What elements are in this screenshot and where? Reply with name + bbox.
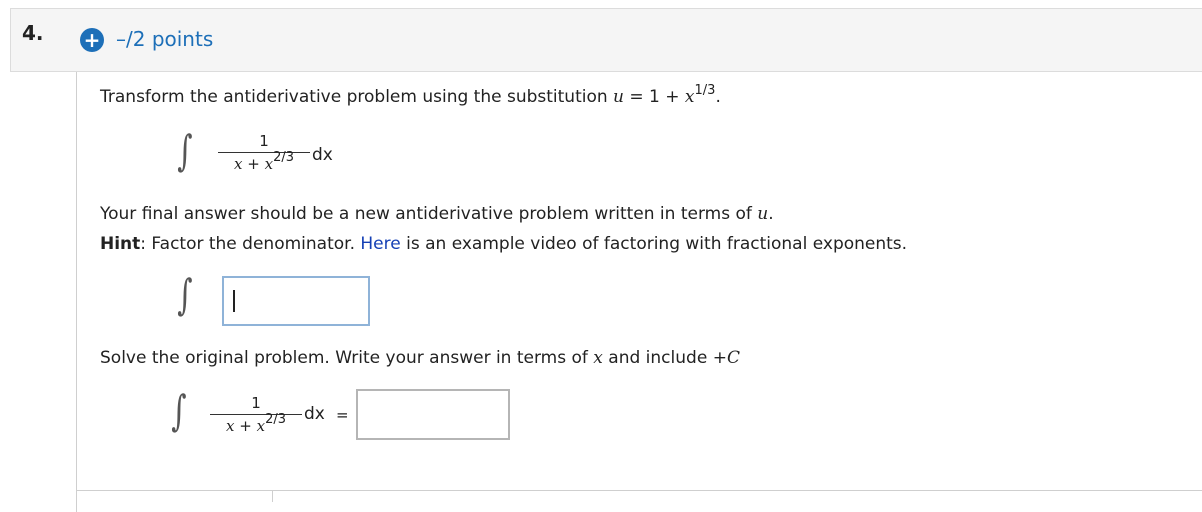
text-caret xyxy=(233,290,235,312)
divider-tick xyxy=(272,490,273,502)
fraction-bar xyxy=(218,152,310,153)
integrand-fraction: 1 x + x2/3 xyxy=(218,132,310,173)
differential: dx xyxy=(312,145,333,165)
instruction-text: Transform the antiderivative problem usi… xyxy=(100,84,721,107)
final-answer-input[interactable] xyxy=(356,389,510,440)
instruction-main: Transform the antiderivative problem usi… xyxy=(100,87,614,107)
fraction-denominator: x + x2/3 xyxy=(234,150,294,173)
integral-sign-2: ∫ xyxy=(171,386,187,435)
divider xyxy=(76,490,1202,491)
fraction-numerator: 1 xyxy=(259,132,269,150)
hint-link[interactable]: Here xyxy=(360,234,400,254)
instruction-x-var: x xyxy=(684,87,695,107)
question-number: 4. xyxy=(22,21,44,45)
answer-integral-sign: ∫ xyxy=(177,270,193,319)
final-answer-note: Your final answer should be a new antide… xyxy=(100,204,774,224)
differential-2: dx xyxy=(304,404,325,424)
plus-circle-icon[interactable]: + xyxy=(80,28,104,52)
integrand-fraction-2: 1 x + x2/3 xyxy=(210,394,302,435)
antiderivative-answer-input[interactable] xyxy=(222,276,370,326)
points-label: –/2 points xyxy=(116,27,214,51)
instruction-u-var: u xyxy=(613,87,624,107)
integral-sign: ∫ xyxy=(177,126,193,175)
instruction-period: . xyxy=(715,87,721,107)
hint-label: Hint xyxy=(100,234,141,254)
hint-text: Hint: Factor the denominator. Here is an… xyxy=(100,234,908,254)
instruction-equals: = 1 + xyxy=(624,87,685,107)
equals-sign: = xyxy=(336,406,349,424)
solve-instruction: Solve the original problem. Write your a… xyxy=(100,348,740,368)
instruction-exponent: 1/3 xyxy=(694,83,716,98)
